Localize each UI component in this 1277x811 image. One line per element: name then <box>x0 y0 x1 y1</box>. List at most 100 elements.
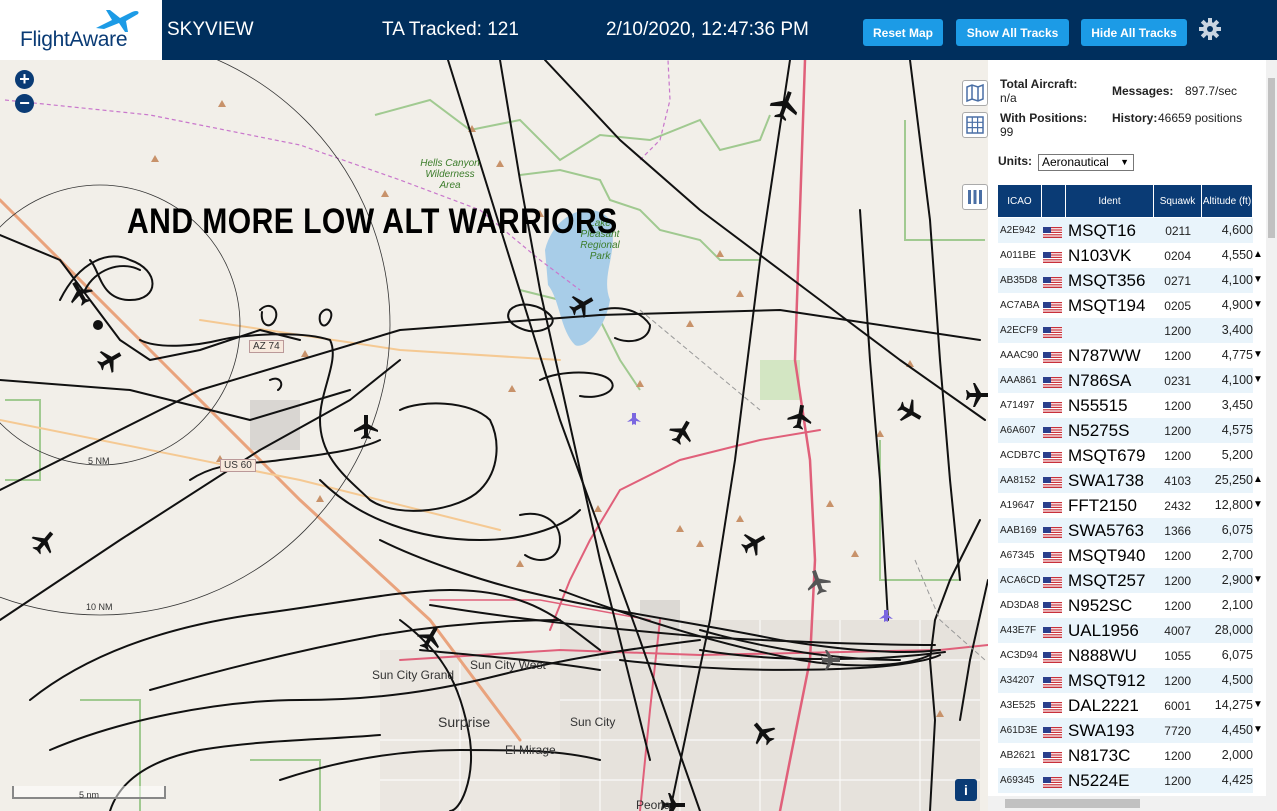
col-ident[interactable]: Ident <box>1066 185 1154 217</box>
table-row[interactable]: A34207 MSQT912 1200 4,500 <box>998 668 1253 693</box>
history-value: 46659 positions <box>1158 111 1243 125</box>
table-row[interactable]: A71497 N55515 1200 3,450 <box>998 393 1253 418</box>
table-row[interactable]: AAAC90 N787WW 1200 4,775 ▼ <box>998 343 1263 368</box>
us-flag-icon <box>1043 300 1062 313</box>
overlay-annotation: AND MORE LOW ALT WARRIORS <box>127 202 618 241</box>
table-row[interactable]: AA8152 SWA1738 4103 25,250 ▲ <box>998 468 1263 493</box>
table-row[interactable]: AC3D94 N888WU 1055 6,075 <box>998 643 1253 668</box>
altitude-cell: 28,000 <box>1214 623 1253 637</box>
altitude-trend-icon: ▲ <box>1253 249 1263 260</box>
altitude-trend-icon: ▼ <box>1253 724 1263 735</box>
icao-cell: ACDB7C <box>1000 450 1041 461</box>
table-row[interactable]: AB2621 N8173C 1200 2,000 <box>998 743 1253 768</box>
altitude-cell: 4,600 <box>1221 223 1253 237</box>
route-us60-label: US 60 <box>220 459 256 472</box>
table-row[interactable]: A61D3E SWA193 7720 4,450 ▼ <box>998 718 1263 743</box>
us-flag-icon <box>1043 775 1062 788</box>
us-flag-icon <box>1043 650 1062 663</box>
zoom-in-button[interactable]: + <box>15 70 34 89</box>
us-flag-icon <box>1043 275 1062 288</box>
city-label: Peoria <box>636 798 671 811</box>
columns-toggle-button[interactable] <box>962 184 988 210</box>
icao-cell: AB35D8 <box>1000 275 1038 286</box>
table-row[interactable]: A3E525 DAL2221 6001 14,275 ▼ <box>998 693 1263 718</box>
map-layer-button[interactable] <box>962 80 988 106</box>
clock: 2/10/2020, 12:47:36 PM <box>606 19 809 40</box>
table-row[interactable]: A2ECF9 1200 3,400 <box>998 318 1253 343</box>
altitude-trend-icon: ▼ <box>1253 349 1263 360</box>
logo-plane-icon <box>96 10 139 32</box>
range-5nm-label: 5 NM <box>88 456 110 466</box>
col-flag[interactable] <box>1042 185 1066 217</box>
zoom-out-button[interactable]: − <box>15 94 34 113</box>
squawk-cell: 1200 <box>1164 599 1191 613</box>
table-row[interactable]: A43E7F UAL1956 4007 28,000 <box>998 618 1253 643</box>
map-canvas <box>0 60 988 811</box>
table-row[interactable]: AAA861 N786SA 0231 4,100 ▼ <box>998 368 1263 393</box>
altitude-cell: 25,250 <box>1214 473 1253 487</box>
app-name: SKYVIEW <box>167 19 254 40</box>
altitude-cell: 2,000 <box>1221 748 1253 762</box>
altitude-cell: 4,775 <box>1221 348 1253 362</box>
squawk-cell: 1200 <box>1164 399 1191 413</box>
messages-value: 897.7/sec <box>1185 84 1238 98</box>
table-row[interactable]: AD3DA8 N952SC 1200 2,100 <box>998 593 1253 618</box>
table-row[interactable]: A011BE N103VK 0204 4,550 ▲ <box>998 243 1263 268</box>
us-flag-icon <box>1043 600 1062 613</box>
table-row[interactable]: A19647 FFT2150 2432 12,800 ▼ <box>998 493 1263 518</box>
table-row[interactable]: ACDB7C MSQT679 1200 5,200 <box>998 443 1253 468</box>
col-squawk[interactable]: Squawk <box>1154 185 1202 217</box>
table-row[interactable]: A2E942 MSQT16 0211 4,600 <box>998 218 1253 243</box>
us-flag-icon <box>1043 500 1062 513</box>
squawk-cell: 1200 <box>1164 449 1191 463</box>
icao-cell: A2E942 <box>1000 225 1036 236</box>
table-row[interactable]: AAB169 SWA5763 1366 6,075 <box>998 518 1253 543</box>
info-button[interactable]: i <box>955 779 977 801</box>
grid-button[interactable] <box>962 112 988 138</box>
altitude-cell: 4,900 <box>1221 298 1253 312</box>
ident-cell: MSQT679 <box>1068 446 1146 465</box>
altitude-cell: 12,800 <box>1214 498 1253 512</box>
icao-cell: AB2621 <box>1000 750 1036 761</box>
gear-icon[interactable] <box>1198 17 1222 41</box>
us-flag-icon <box>1043 575 1062 588</box>
history-label: History: <box>1112 111 1158 125</box>
ident-cell: N8173C <box>1068 746 1131 765</box>
squawk-cell: 0204 <box>1164 249 1191 263</box>
squawk-cell: 0211 <box>1165 224 1191 238</box>
altitude-cell: 6,075 <box>1221 648 1253 662</box>
tracked-count: TA Tracked: 121 <box>382 19 519 40</box>
table-row[interactable]: A67345 MSQT940 1200 2,700 <box>998 543 1253 568</box>
col-icao[interactable]: ICAO <box>998 185 1042 217</box>
squawk-cell: 0271 <box>1164 274 1191 288</box>
altitude-cell: 4,450 <box>1221 723 1253 737</box>
icao-cell: A011BE <box>1000 250 1036 261</box>
scale-label: 5 nm <box>78 790 99 800</box>
table-row[interactable]: A6A607 N5275S 1200 4,575 <box>998 418 1253 443</box>
altitude-trend-icon: ▼ <box>1253 699 1263 710</box>
show-all-tracks-button[interactable]: Show All Tracks <box>956 19 1069 46</box>
icao-cell: A67345 <box>1000 550 1035 561</box>
altitude-cell: 3,450 <box>1221 398 1253 412</box>
table-row[interactable]: ACA6CD MSQT257 1200 2,900 ▼ <box>998 568 1263 593</box>
columns-icon <box>968 190 982 204</box>
ident-cell: MSQT912 <box>1068 671 1146 690</box>
hide-all-tracks-button[interactable]: Hide All Tracks <box>1081 19 1187 46</box>
map-view[interactable]: Hells Canyon Wilderness Area Lake Pleasa… <box>0 60 988 811</box>
icao-cell: AAB169 <box>1000 525 1037 536</box>
city-label: El Mirage <box>505 743 556 757</box>
table-row[interactable]: AC7ABA MSQT194 0205 4,900 ▼ <box>998 293 1263 318</box>
squawk-cell: 0231 <box>1164 374 1191 388</box>
table-row[interactable]: A69345 N5224E 1200 4,425 <box>998 768 1253 793</box>
horizontal-scroll-thumb[interactable] <box>1005 799 1140 808</box>
table-row[interactable]: AB35D8 MSQT356 0271 4,100 ▼ <box>998 268 1263 293</box>
ident-cell: SWA5763 <box>1068 521 1144 540</box>
units-select[interactable]: Aeronautical ▼ <box>1038 154 1134 171</box>
reset-map-button[interactable]: Reset Map <box>863 19 943 46</box>
squawk-cell: 1200 <box>1164 549 1191 563</box>
flightaware-logo[interactable]: FlightAware <box>0 0 162 60</box>
col-altitude[interactable]: Altitude (ft) <box>1202 185 1253 217</box>
us-flag-icon <box>1043 400 1062 413</box>
altitude-cell: 4,500 <box>1221 673 1253 687</box>
vertical-scroll-thumb[interactable] <box>1268 78 1275 238</box>
